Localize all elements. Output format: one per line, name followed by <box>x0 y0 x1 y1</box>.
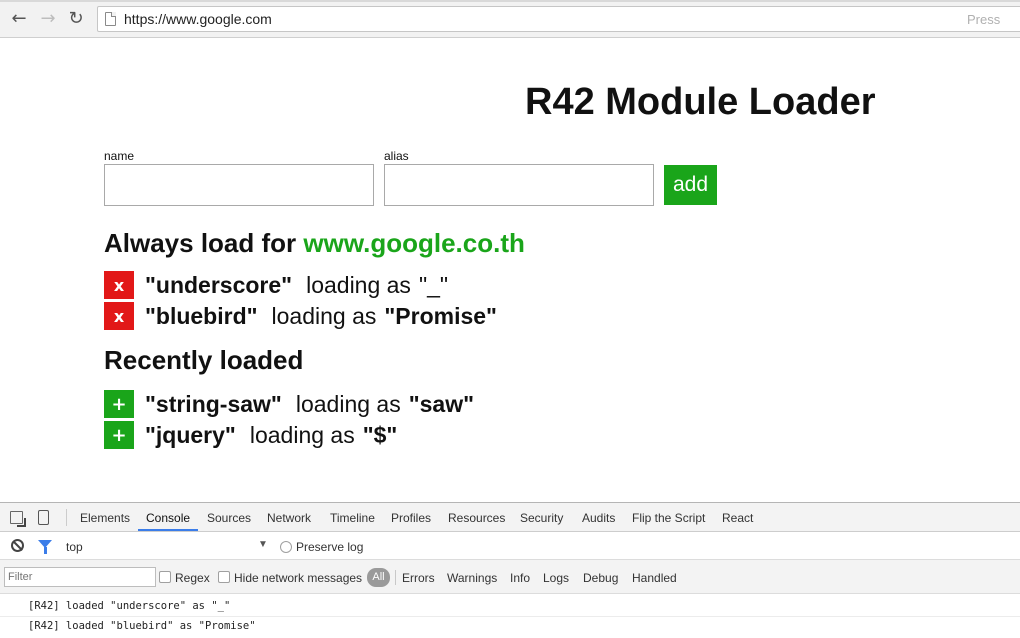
active-tab-indicator <box>138 529 198 531</box>
regex-checkbox[interactable] <box>159 571 171 583</box>
url-text[interactable]: https://www.google.com <box>124 11 272 27</box>
module-name: "bluebird" <box>145 302 258 329</box>
add-button[interactable]: add <box>664 165 717 205</box>
inspect-element-icon[interactable] <box>10 511 26 527</box>
loading-as-text: loading as <box>249 421 355 448</box>
tab-profiles[interactable]: Profiles <box>391 511 431 525</box>
always-load-heading: Always load for www.google.co.th <box>104 228 525 259</box>
console-message: [R42] loaded "underscore" as "_" <box>28 600 231 612</box>
tab-network[interactable]: Network <box>267 511 311 525</box>
devtools-tab-bar: Elements Console Sources Network Timelin… <box>0 503 1020 532</box>
preserve-log-label[interactable]: Preserve log <box>296 540 363 554</box>
alias-name: "saw" <box>408 390 474 417</box>
alias-name: "_" <box>418 271 449 298</box>
filter-input[interactable] <box>4 567 156 587</box>
regex-label[interactable]: Regex <box>175 571 210 585</box>
add-to-always-button[interactable]: + <box>104 390 134 418</box>
context-selector[interactable]: top <box>66 540 83 554</box>
recent-item: + "string-saw" loading as "saw" <box>104 389 474 419</box>
filter-icon[interactable] <box>38 540 52 554</box>
loading-as-text: loading as <box>271 302 377 329</box>
always-load-item: x "underscore" loading as "_" <box>104 270 448 300</box>
address-bar[interactable]: https://www.google.com Press <box>97 6 1020 32</box>
recent-item: + "jquery" loading as "$" <box>104 420 397 450</box>
module-name: "string-saw" <box>145 390 282 417</box>
alias-name: "$" <box>362 421 398 448</box>
page-icon <box>105 12 116 26</box>
level-logs[interactable]: Logs <box>543 571 569 585</box>
back-arrow-icon[interactable]: ← <box>9 8 29 30</box>
level-divider <box>395 570 396 585</box>
level-debug[interactable]: Debug <box>583 571 618 585</box>
omnibox-hint: Press <box>967 12 1001 27</box>
always-load-heading-text: Always load for <box>104 228 297 258</box>
name-label: name <box>104 149 135 163</box>
console-divider <box>0 616 1020 617</box>
console-filter-bar: Regex Hide network messages All Errors W… <box>0 560 1020 594</box>
tab-resources[interactable]: Resources <box>448 511 505 525</box>
loading-as-text: loading as <box>295 390 401 417</box>
hide-network-label[interactable]: Hide network messages <box>234 571 362 585</box>
level-warnings[interactable]: Warnings <box>447 571 497 585</box>
remove-button[interactable]: x <box>104 271 134 299</box>
recently-loaded-heading: Recently loaded <box>104 345 304 375</box>
browser-toolbar: ← → ↻ https://www.google.com Press <box>0 0 1020 38</box>
console-output: [R42] loaded "underscore" as "_" [R42] l… <box>0 594 1020 638</box>
hide-network-checkbox[interactable] <box>218 571 230 583</box>
level-info[interactable]: Info <box>510 571 530 585</box>
module-name: "jquery" <box>145 421 236 448</box>
site-name: www.google.co.th <box>303 228 525 258</box>
chevron-down-icon[interactable]: ▼ <box>258 539 268 550</box>
preserve-log-checkbox[interactable] <box>280 541 292 553</box>
tab-security[interactable]: Security <box>520 511 563 525</box>
clear-console-icon[interactable] <box>11 539 24 552</box>
module-name: "underscore" <box>145 271 293 298</box>
tab-timeline[interactable]: Timeline <box>330 511 375 525</box>
loading-as-text: loading as <box>306 271 411 298</box>
devtools-panel: Elements Console Sources Network Timelin… <box>0 502 1020 638</box>
alias-name: "Promise" <box>384 302 497 329</box>
add-to-always-button[interactable]: + <box>104 421 134 449</box>
forward-arrow-icon[interactable]: → <box>38 8 58 30</box>
device-mode-icon[interactable] <box>38 510 49 525</box>
reload-icon[interactable]: ↻ <box>66 8 86 30</box>
tab-audits[interactable]: Audits <box>582 511 615 525</box>
tab-elements[interactable]: Elements <box>80 511 130 525</box>
tab-sources[interactable]: Sources <box>207 511 251 525</box>
level-all[interactable]: All <box>367 568 390 587</box>
always-load-item: x "bluebird" loading as "Promise" <box>104 301 497 331</box>
toolbar-divider <box>66 509 67 526</box>
console-message: [R42] loaded "bluebird" as "Promise" <box>28 620 256 632</box>
tab-react[interactable]: React <box>722 511 753 525</box>
console-toolbar: top ▼ Preserve log <box>0 532 1020 560</box>
alias-label: alias <box>384 149 409 163</box>
level-handled[interactable]: Handled <box>632 571 677 585</box>
remove-button[interactable]: x <box>104 302 134 330</box>
page-title: R42 Module Loader <box>525 81 876 123</box>
name-input[interactable] <box>104 164 374 206</box>
tab-flip-the-script[interactable]: Flip the Script <box>632 511 705 525</box>
tab-console[interactable]: Console <box>146 511 190 525</box>
level-errors[interactable]: Errors <box>402 571 435 585</box>
alias-input[interactable] <box>384 164 654 206</box>
